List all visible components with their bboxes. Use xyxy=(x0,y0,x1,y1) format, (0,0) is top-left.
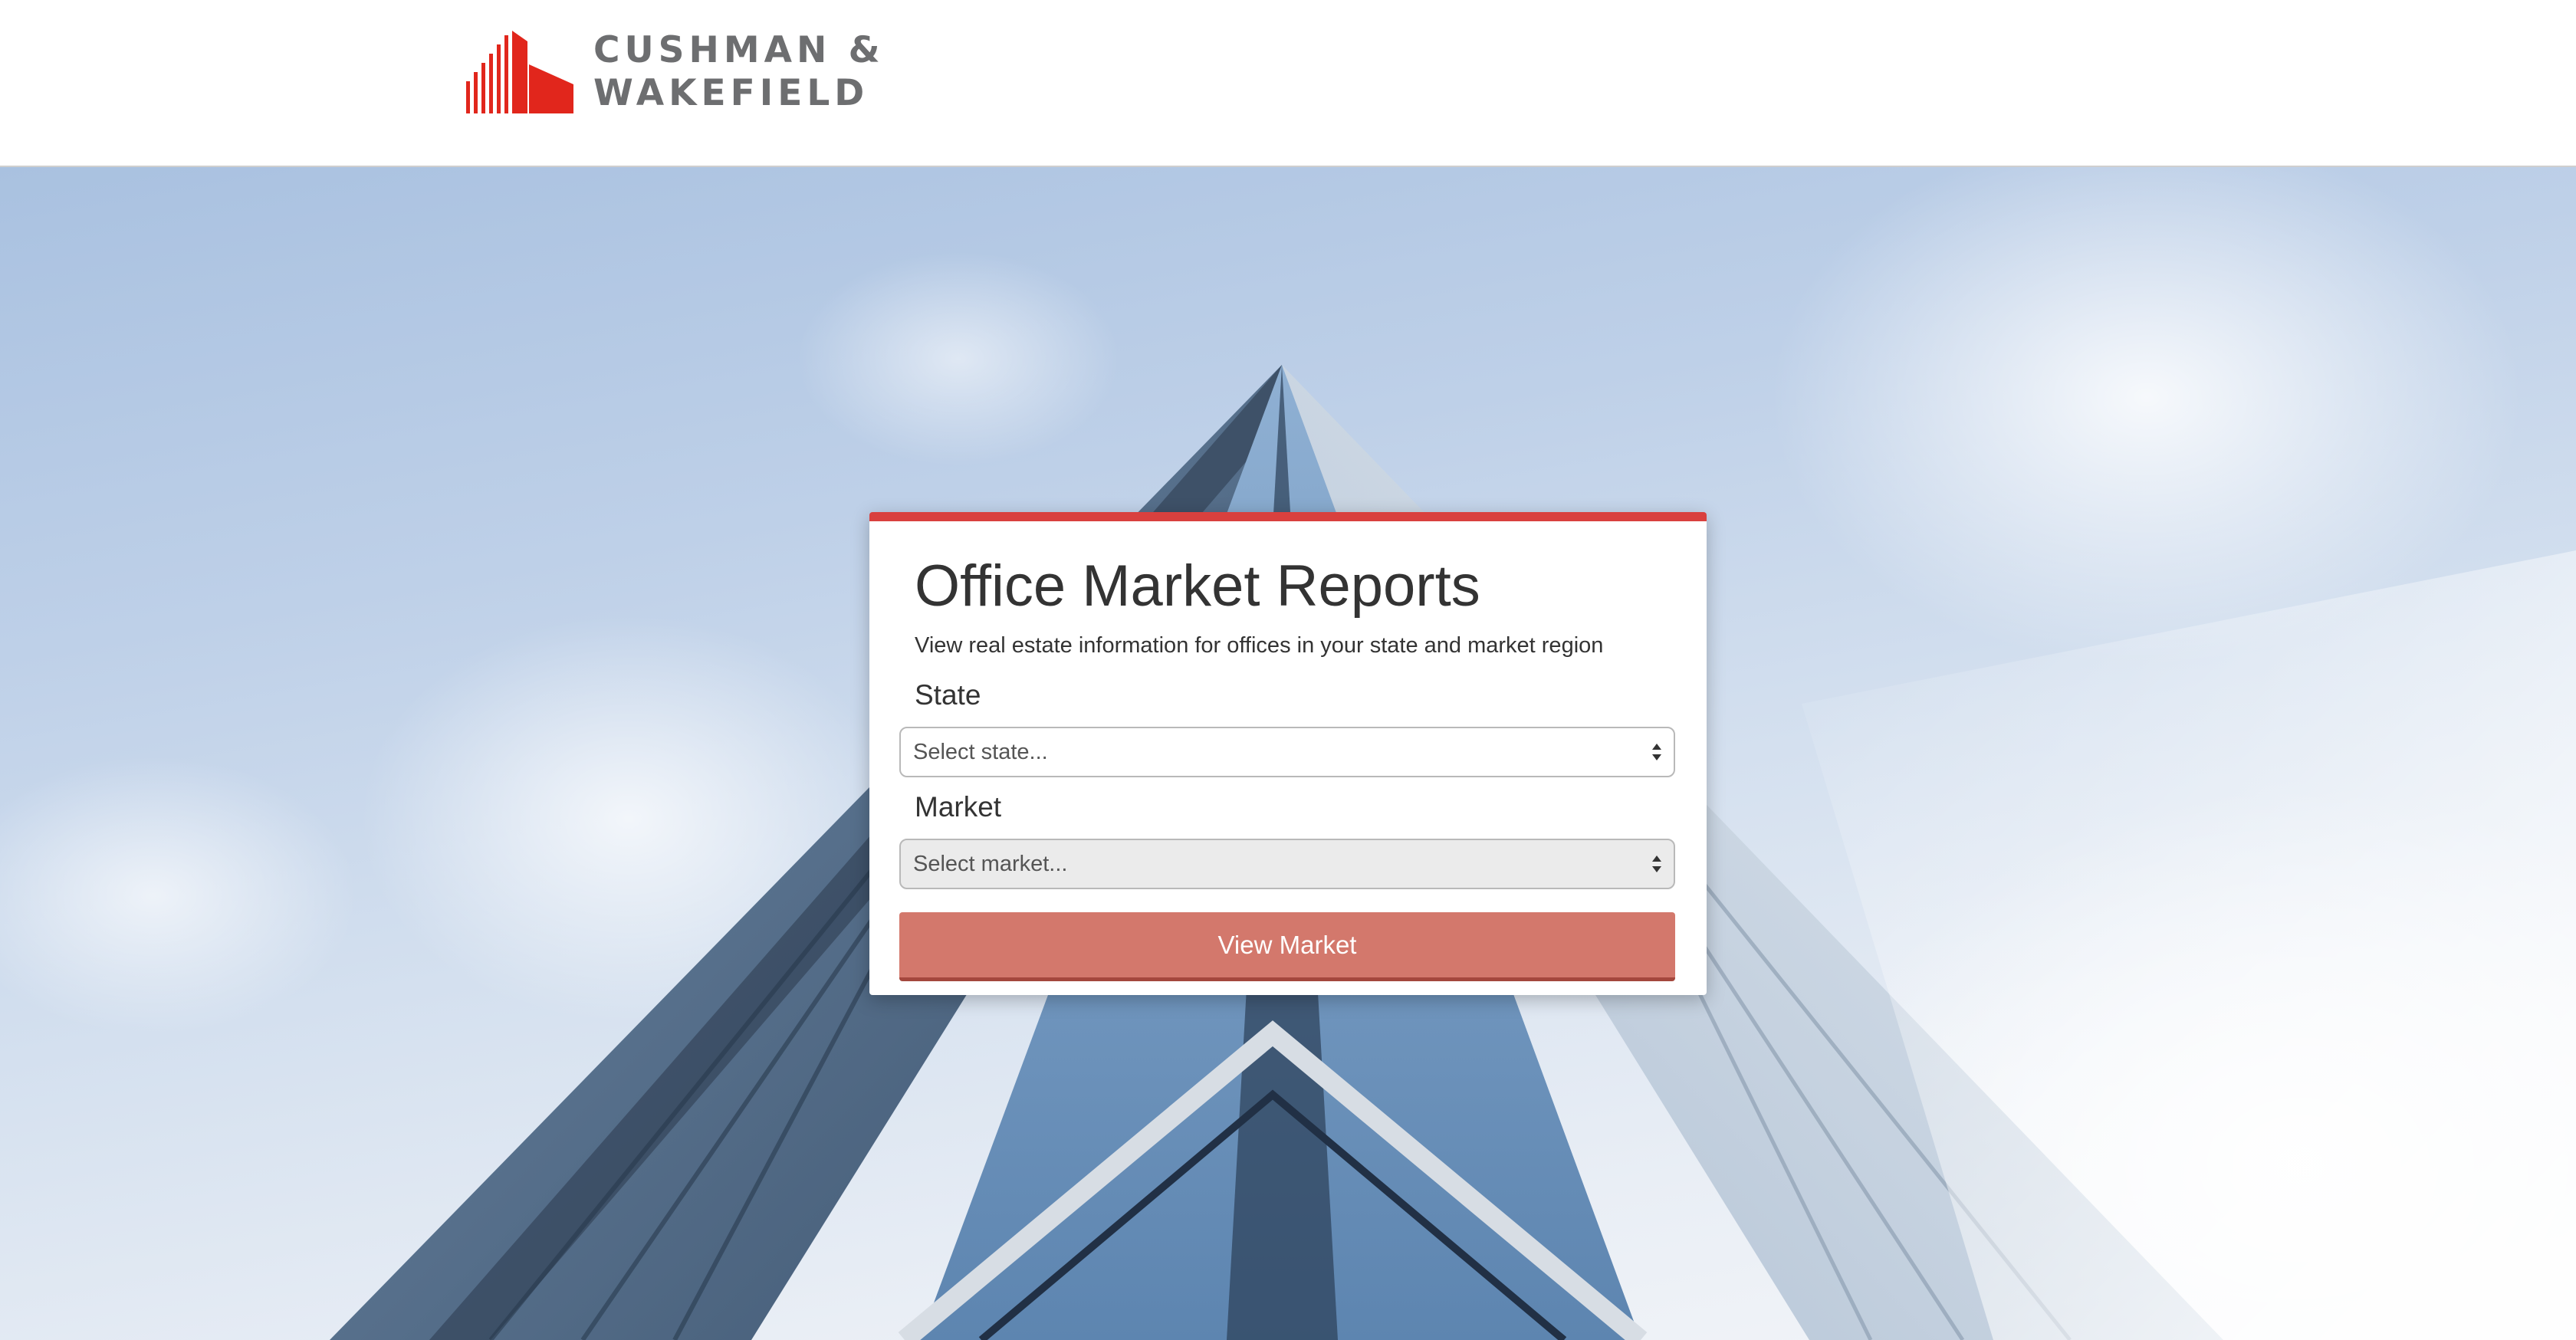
card-subtitle: View real estate information for offices… xyxy=(915,633,1604,658)
state-label: State xyxy=(915,679,981,711)
select-arrows-icon xyxy=(1652,744,1661,760)
state-select-value: Select state... xyxy=(913,739,1048,764)
page: CUSHMAN & WAKEFIELD Office Market Report… xyxy=(0,0,2576,1340)
state-select[interactable]: Select state... xyxy=(899,727,1675,777)
cushman-wakefield-logo[interactable]: CUSHMAN & WAKEFIELD xyxy=(466,29,885,115)
logo-line-1: CUSHMAN & xyxy=(593,29,885,71)
card-title: Office Market Reports xyxy=(915,553,1480,619)
logo-building-icon xyxy=(466,31,573,113)
view-market-button[interactable]: View Market xyxy=(899,912,1675,981)
market-select[interactable]: Select market... xyxy=(899,839,1675,889)
market-select-value: Select market... xyxy=(913,851,1068,876)
site-header: CUSHMAN & WAKEFIELD xyxy=(0,0,2576,167)
logo-line-2: WAKEFIELD xyxy=(593,72,869,114)
logo-wordmark: CUSHMAN & WAKEFIELD xyxy=(593,29,885,115)
market-label: Market xyxy=(915,791,1002,823)
office-market-reports-card: Office Market Reports View real estate i… xyxy=(869,512,1707,995)
select-arrows-icon xyxy=(1652,856,1661,872)
